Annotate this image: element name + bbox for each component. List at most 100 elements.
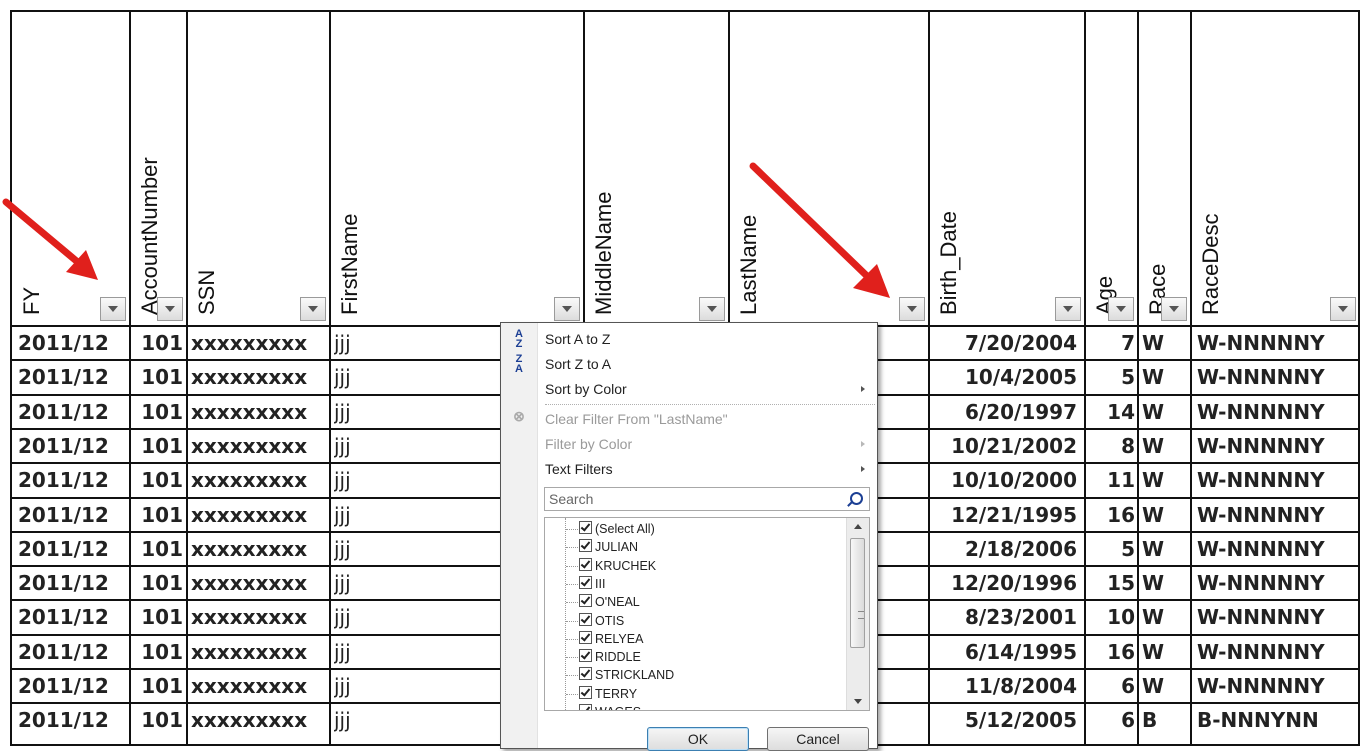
cell-age[interactable]: 16 bbox=[1088, 498, 1135, 532]
cell-age[interactable]: 5 bbox=[1088, 360, 1135, 394]
cell-ssn[interactable]: xxxxxxxxx bbox=[191, 498, 326, 532]
cell-racedesc[interactable]: W-NNNNNY bbox=[1197, 498, 1354, 532]
cell-racedesc[interactable]: W-NNNNNY bbox=[1197, 463, 1354, 497]
cell-ssn[interactable]: xxxxxxxxx bbox=[191, 635, 326, 669]
column-header-racedesc[interactable]: RaceDesc bbox=[1191, 12, 1360, 325]
cell-fy[interactable]: 2011/12 bbox=[18, 429, 124, 463]
filter-search-input[interactable]: Search bbox=[544, 487, 870, 511]
cell-age[interactable]: 10 bbox=[1088, 600, 1135, 634]
menu-item-sort-a-z[interactable]: Sort A to Z bbox=[545, 328, 610, 350]
filter-dropdown-button[interactable] bbox=[554, 297, 580, 321]
column-header-acct[interactable]: AccountNumber bbox=[130, 12, 187, 325]
cell-acct[interactable]: 101 bbox=[134, 566, 183, 600]
cell-acct[interactable]: 101 bbox=[134, 395, 183, 429]
cell-age[interactable]: 14 bbox=[1088, 395, 1135, 429]
cell-age[interactable]: 8 bbox=[1088, 429, 1135, 463]
cell-race[interactable]: W bbox=[1142, 463, 1187, 497]
cell-racedesc[interactable]: W-NNNNNY bbox=[1197, 600, 1354, 634]
cell-fy[interactable]: 2011/12 bbox=[18, 703, 124, 737]
cell-fy[interactable]: 2011/12 bbox=[18, 463, 124, 497]
cell-birth[interactable]: 12/21/1995 bbox=[937, 498, 1077, 532]
cell-birth[interactable]: 7/20/2004 bbox=[937, 326, 1077, 360]
cell-acct[interactable]: 101 bbox=[134, 326, 183, 360]
cell-acct[interactable]: 101 bbox=[134, 532, 183, 566]
filter-value-list[interactable]: (Select All) JULIAN KRUCHEK III O'NEAL OTIS RE… bbox=[544, 517, 870, 711]
column-header-race[interactable]: Race bbox=[1138, 12, 1191, 325]
list-item[interactable]: (Select All) bbox=[579, 520, 655, 538]
cell-acct[interactable]: 101 bbox=[134, 498, 183, 532]
cell-birth[interactable]: 12/20/1996 bbox=[937, 566, 1077, 600]
cell-race[interactable]: W bbox=[1142, 600, 1187, 634]
cell-ssn[interactable]: xxxxxxxxx bbox=[191, 395, 326, 429]
checkbox-checked-icon[interactable] bbox=[579, 630, 592, 644]
list-scrollbar[interactable] bbox=[846, 518, 869, 710]
cell-age[interactable]: 11 bbox=[1088, 463, 1135, 497]
ok-button[interactable]: OK bbox=[647, 727, 749, 751]
cell-fy[interactable]: 2011/12 bbox=[18, 669, 124, 703]
cell-ssn[interactable]: xxxxxxxxx bbox=[191, 429, 326, 463]
cell-acct[interactable]: 101 bbox=[134, 600, 183, 634]
filter-dropdown-button[interactable] bbox=[1330, 297, 1356, 321]
list-item[interactable]: KRUCHEK bbox=[579, 557, 656, 575]
cell-fy[interactable]: 2011/12 bbox=[18, 360, 124, 394]
cell-racedesc[interactable]: B-NNNYNN bbox=[1197, 703, 1354, 737]
cell-birth[interactable]: 10/10/2000 bbox=[937, 463, 1077, 497]
menu-item-sort-z-a[interactable]: Sort Z to A bbox=[545, 353, 611, 375]
filter-dropdown-button[interactable] bbox=[300, 297, 326, 321]
cell-racedesc[interactable]: W-NNNNNY bbox=[1197, 532, 1354, 566]
cell-acct[interactable]: 101 bbox=[134, 360, 183, 394]
checkbox-checked-icon[interactable] bbox=[579, 649, 592, 663]
list-item[interactable]: STRICKLAND bbox=[579, 666, 674, 684]
cell-fy[interactable]: 2011/12 bbox=[18, 498, 124, 532]
cell-age[interactable]: 16 bbox=[1088, 635, 1135, 669]
cell-acct[interactable]: 101 bbox=[134, 703, 183, 737]
checkbox-checked-icon[interactable] bbox=[579, 612, 592, 626]
cell-ssn[interactable]: xxxxxxxxx bbox=[191, 326, 326, 360]
column-header-birth[interactable]: Birth_Date bbox=[929, 12, 1085, 325]
checkbox-checked-icon[interactable] bbox=[579, 557, 592, 571]
lastname-filter-dropdown[interactable]: AZ Sort A to Z ZA Sort Z to A Sort by Co… bbox=[500, 322, 878, 751]
cell-ssn[interactable]: xxxxxxxxx bbox=[191, 532, 326, 566]
cell-racedesc[interactable]: W-NNNNNY bbox=[1197, 360, 1354, 394]
cell-acct[interactable]: 101 bbox=[134, 429, 183, 463]
list-item[interactable]: WAGES bbox=[579, 703, 641, 710]
cell-racedesc[interactable]: W-NNNNNY bbox=[1197, 429, 1354, 463]
checkbox-checked-icon[interactable] bbox=[579, 521, 592, 534]
menu-item-text-filters[interactable]: Text Filters bbox=[545, 458, 875, 480]
filter-dropdown-button[interactable] bbox=[1055, 297, 1081, 321]
scroll-down-icon[interactable] bbox=[854, 699, 862, 704]
cell-fy[interactable]: 2011/12 bbox=[18, 326, 124, 360]
cell-race[interactable]: W bbox=[1142, 635, 1187, 669]
cell-age[interactable]: 5 bbox=[1088, 532, 1135, 566]
cell-race[interactable]: W bbox=[1142, 566, 1187, 600]
column-header-age[interactable]: Age bbox=[1085, 12, 1138, 325]
cell-racedesc[interactable]: W-NNNNNY bbox=[1197, 635, 1354, 669]
cell-race[interactable]: W bbox=[1142, 326, 1187, 360]
cell-racedesc[interactable]: W-NNNNNY bbox=[1197, 395, 1354, 429]
cell-fy[interactable]: 2011/12 bbox=[18, 566, 124, 600]
cell-fy[interactable]: 2011/12 bbox=[18, 395, 124, 429]
checkbox-checked-icon[interactable] bbox=[579, 685, 592, 699]
checkbox-checked-icon[interactable] bbox=[579, 704, 592, 710]
list-item[interactable]: OTIS bbox=[579, 612, 624, 630]
list-item[interactable]: O'NEAL bbox=[579, 593, 640, 611]
list-item[interactable]: RELYEA bbox=[579, 630, 643, 648]
cell-fy[interactable]: 2011/12 bbox=[18, 532, 124, 566]
cell-birth[interactable]: 2/18/2006 bbox=[937, 532, 1077, 566]
cell-age[interactable]: 6 bbox=[1088, 703, 1135, 737]
cell-birth[interactable]: 6/14/1995 bbox=[937, 635, 1077, 669]
cell-birth[interactable]: 6/20/1997 bbox=[937, 395, 1077, 429]
filter-dropdown-button[interactable] bbox=[1161, 297, 1187, 321]
checkbox-checked-icon[interactable] bbox=[579, 575, 592, 589]
cell-age[interactable]: 6 bbox=[1088, 669, 1135, 703]
cell-birth[interactable]: 11/8/2004 bbox=[937, 669, 1077, 703]
filter-dropdown-button[interactable] bbox=[699, 297, 725, 321]
cell-birth[interactable]: 5/12/2005 bbox=[937, 703, 1077, 737]
cell-ssn[interactable]: xxxxxxxxx bbox=[191, 463, 326, 497]
cell-birth[interactable]: 10/21/2002 bbox=[937, 429, 1077, 463]
cell-race[interactable]: W bbox=[1142, 669, 1187, 703]
column-header-ssn[interactable]: SSN bbox=[187, 12, 330, 325]
cell-age[interactable]: 15 bbox=[1088, 566, 1135, 600]
cell-race[interactable]: W bbox=[1142, 429, 1187, 463]
scroll-up-icon[interactable] bbox=[854, 524, 862, 529]
